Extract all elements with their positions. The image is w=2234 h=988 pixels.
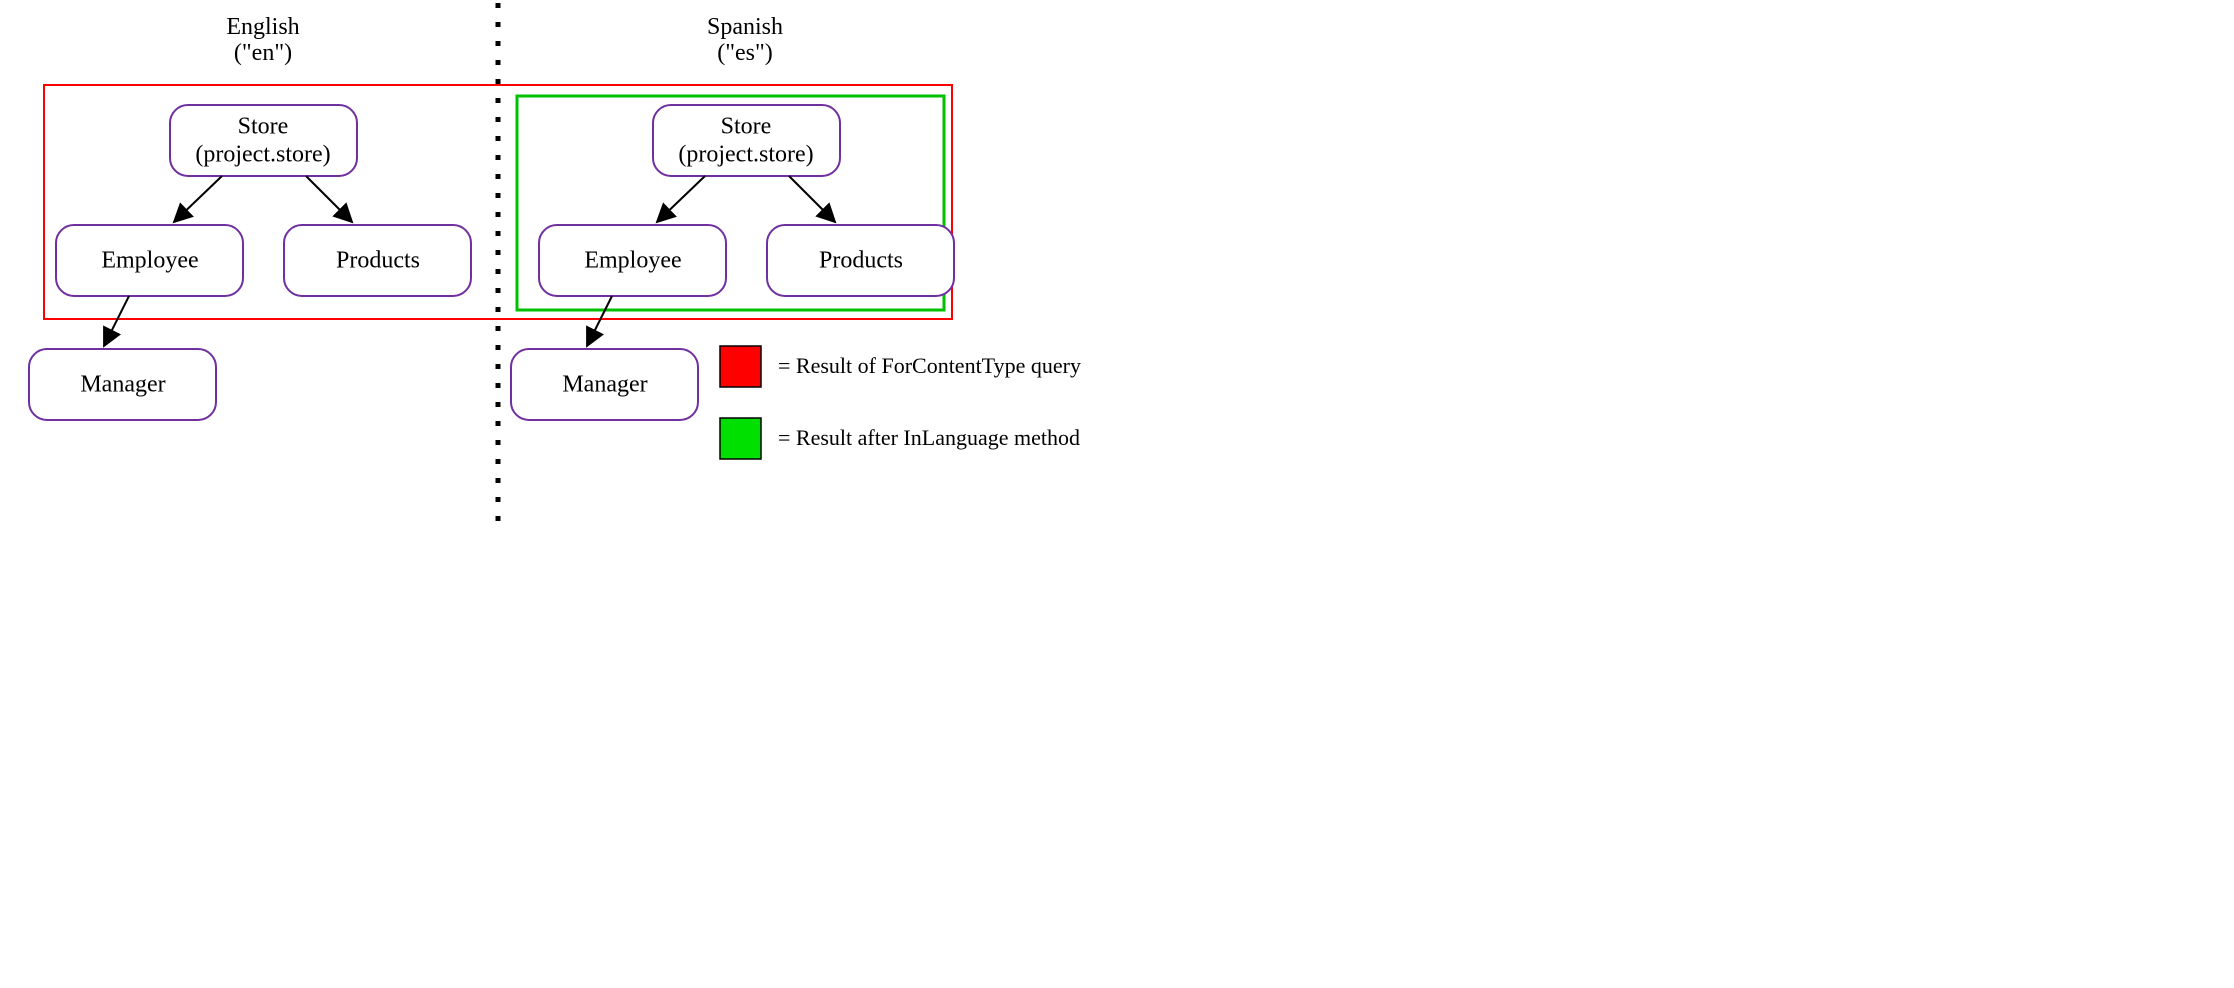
arrow-store-products-en — [306, 176, 352, 222]
node-employee-en-label: Employee — [101, 248, 198, 274]
node-store-es-subtitle: (project.store) — [678, 142, 813, 168]
arrow-store-employee-es — [657, 176, 705, 222]
header-spanish-label: Spanish — [707, 14, 783, 40]
header-spanish-code: ("es") — [717, 40, 773, 66]
arrow-store-products-es — [789, 176, 835, 222]
arrow-employee-manager-es — [587, 296, 612, 346]
header-english-label: English — [226, 14, 299, 40]
node-manager-es-label: Manager — [562, 372, 647, 398]
node-store-en-subtitle: (project.store) — [195, 142, 330, 168]
legend-swatch-red — [720, 346, 761, 387]
node-store-es-title: Store — [721, 114, 772, 140]
node-products-en-label: Products — [336, 248, 420, 274]
arrow-employee-manager-en — [104, 296, 129, 346]
legend-green-label: = Result after InLanguage method — [778, 425, 1080, 450]
node-manager-en-label: Manager — [80, 372, 165, 398]
arrow-store-employee-en — [174, 176, 222, 222]
node-employee-es-label: Employee — [584, 248, 681, 274]
legend-red-label: = Result of ForContentType query — [778, 353, 1081, 378]
legend-swatch-green — [720, 418, 761, 459]
header-english-code: ("en") — [234, 40, 292, 66]
diagram-canvas: English ("en") Spanish ("es") Store (pro… — [0, 0, 1489, 659]
node-products-es-label: Products — [819, 248, 903, 274]
node-store-en-title: Store — [238, 114, 289, 140]
